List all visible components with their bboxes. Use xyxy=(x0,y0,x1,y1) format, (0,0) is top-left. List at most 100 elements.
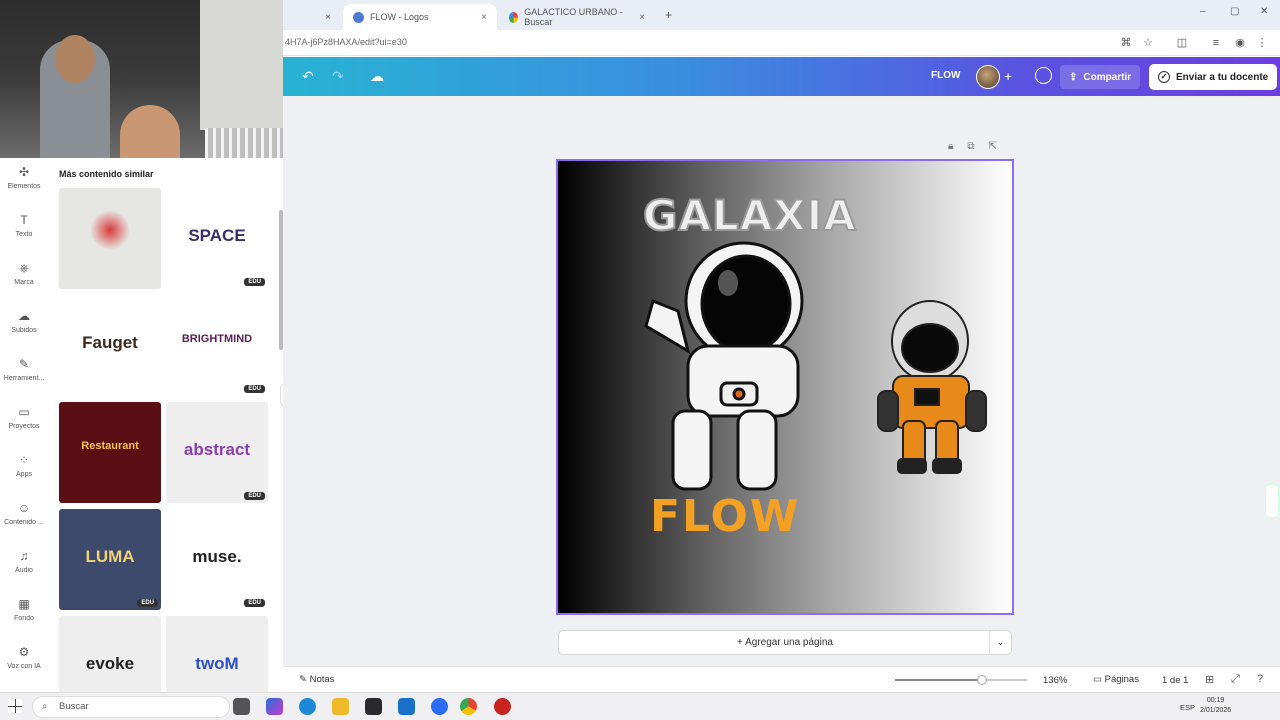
add-collaborator-icon[interactable]: + xyxy=(1004,68,1012,84)
zoom-slider-handle[interactable] xyxy=(977,675,988,685)
template-thumbnail[interactable]: Restaurant xyxy=(59,402,161,503)
brand-icon: ⎈ xyxy=(19,261,29,275)
thumbnail-text: abstract xyxy=(183,440,251,459)
template-thumbnail[interactable]: LUMA EDU xyxy=(59,509,161,610)
zoom-app-icon[interactable] xyxy=(431,698,448,715)
edu-badge: EDU xyxy=(137,599,158,607)
language-indicator[interactable]: ESP xyxy=(1180,703,1195,712)
sidenav-item-10[interactable]: ⚙ Voz con IA xyxy=(0,645,48,670)
sidenav-item-3[interactable]: ☁ Subidos xyxy=(0,309,48,334)
help-icon[interactable]: ? xyxy=(1257,673,1263,685)
template-thumbnail[interactable]: muse. EDU xyxy=(166,509,268,610)
sidenav-item-0[interactable]: ✣ Elementos xyxy=(0,165,48,190)
zoom-value[interactable]: 136% xyxy=(1043,675,1067,686)
taskbar-search[interactable]: ⌕ Buscar xyxy=(32,696,230,718)
tab-close-icon[interactable]: × xyxy=(325,12,331,23)
translate-icon[interactable]: ⌘ xyxy=(1119,36,1133,50)
sidenav-item-2[interactable]: ⎈ Marca xyxy=(0,261,48,286)
share-icon: ⇪ xyxy=(1069,71,1078,83)
sidenav-item-4[interactable]: ✎ Herramient... xyxy=(0,357,48,382)
chrome-icon[interactable] xyxy=(460,698,477,715)
lock-icon[interactable]: 🔒︎ xyxy=(948,141,953,152)
sidenav-label: Audio xyxy=(15,567,33,574)
headline-text[interactable]: GALAXIA xyxy=(642,190,857,241)
tab-close-icon[interactable]: × xyxy=(481,12,487,23)
zoom-slider[interactable] xyxy=(895,675,1027,685)
bookmark-star-icon[interactable]: ☆ xyxy=(1141,36,1155,50)
edu-badge: EDU xyxy=(244,599,265,607)
notes-button[interactable]: ✎ Notas xyxy=(299,674,334,685)
template-thumbnail[interactable] xyxy=(59,188,161,289)
send-to-teacher-button[interactable]: ✓ Enviar a tu docente xyxy=(1149,64,1278,90)
tab-close-icon[interactable]: × xyxy=(639,12,645,23)
duplicate-icon[interactable]: ⧉ xyxy=(967,141,974,152)
task-view-icon[interactable] xyxy=(233,698,250,715)
extensions-icon[interactable]: ◫ xyxy=(1175,36,1189,50)
brand-text[interactable]: FLOW xyxy=(650,491,800,542)
mail-icon[interactable] xyxy=(398,698,415,715)
add-page-label: + Agregar una página xyxy=(737,637,833,648)
file-explorer-icon[interactable] xyxy=(332,698,349,715)
browser-tab-0[interactable]: × xyxy=(283,4,341,30)
share-button[interactable]: ⇪ Compartir xyxy=(1060,65,1141,89)
recorder-icon[interactable] xyxy=(494,698,511,715)
floating-widget[interactable] xyxy=(1265,484,1279,518)
grid-view-icon[interactable]: ⊞ xyxy=(1205,673,1214,686)
browser-tab-search[interactable]: GALACTICO URBANO - Buscar × xyxy=(499,4,655,30)
webcam-person-head xyxy=(55,35,95,83)
edu-badge: EDU xyxy=(244,278,265,286)
maximize-icon[interactable]: ▢ xyxy=(1230,6,1239,17)
address-bar[interactable]: 4H7A-j6Pz8HAXA/edit?ui=e30 ⌘ ☆ ◫ ≡ ◉ ⋮ xyxy=(283,30,1280,56)
webcam-overlay xyxy=(0,0,283,158)
close-window-icon[interactable]: ✕ xyxy=(1260,6,1268,17)
content-icon: ☺ xyxy=(17,501,31,515)
design-title[interactable]: FLOW xyxy=(931,70,960,81)
share-label: Compartir xyxy=(1083,71,1132,83)
sidenav-item-5[interactable]: ▭ Proyectos xyxy=(0,405,48,430)
sidenav-item-8[interactable]: ♫ Audio xyxy=(0,549,48,574)
browser-tabbar: × FLOW - Logos × GALACTICO URBANO - Busc… xyxy=(283,0,1280,30)
zoom-slider-fill xyxy=(895,679,983,681)
comment-icon[interactable] xyxy=(1035,67,1052,84)
sidenav-label: Voz con IA xyxy=(7,663,41,670)
windows-start-icon[interactable] xyxy=(8,699,22,713)
add-page-button[interactable]: + Agregar una página ⌄ xyxy=(558,630,1012,655)
sidenav-label: Apps xyxy=(16,471,32,478)
profile-icon[interactable]: ◉ xyxy=(1233,36,1247,50)
undo-icon[interactable]: ↶ xyxy=(302,68,314,85)
upload-icon: ☁ xyxy=(18,309,30,323)
sidenav-label: Fondo xyxy=(14,615,34,622)
copilot-icon[interactable] xyxy=(266,698,283,715)
audio-icon: ♫ xyxy=(19,549,29,563)
fullscreen-icon[interactable]: ⤢ xyxy=(1231,673,1240,686)
add-page-icon[interactable]: ⇱ xyxy=(988,141,996,152)
store-icon[interactable] xyxy=(365,698,382,715)
edu-badge: EDU xyxy=(244,492,265,500)
sidenav-item-1[interactable]: T Texto xyxy=(0,213,48,238)
edge-icon[interactable] xyxy=(299,698,316,715)
sidenav-item-9[interactable]: ▦ Fondo xyxy=(0,597,48,622)
template-thumbnail[interactable]: abstract EDU xyxy=(166,402,268,503)
new-tab-button[interactable]: + xyxy=(665,8,672,22)
chevron-down-icon[interactable]: ⌄ xyxy=(989,631,1011,654)
template-thumbnail[interactable]: Fauget xyxy=(59,295,161,396)
media-icon[interactable]: ≡ xyxy=(1209,36,1223,50)
avatar[interactable] xyxy=(976,65,1000,89)
cloud-save-icon[interactable]: ☁ xyxy=(370,68,384,85)
url-text[interactable]: 4H7A-j6Pz8HAXA/edit?ui=e30 xyxy=(285,37,407,47)
sidenav-item-6[interactable]: ⁘ Apps xyxy=(0,453,48,478)
menu-dots-icon[interactable]: ⋮ xyxy=(1255,36,1269,50)
system-clock[interactable]: 00:19 2/01/2026 xyxy=(1200,696,1231,716)
minimize-icon[interactable]: – xyxy=(1200,6,1206,17)
template-thumbnail[interactable]: BRIGHTMIND EDU xyxy=(166,295,268,396)
design-canvas[interactable]: GALAXIA FLOW xyxy=(556,159,1014,615)
google-favicon-icon xyxy=(509,11,519,23)
sidenav-label: Subidos xyxy=(11,327,37,334)
template-thumbnail[interactable]: SPACE EDU xyxy=(166,188,268,289)
folder-icon: ▭ xyxy=(18,405,30,419)
redo-icon[interactable]: ↷ xyxy=(332,68,344,85)
pages-button[interactable]: ▭ Páginas xyxy=(1093,674,1139,685)
browser-tab-flow[interactable]: FLOW - Logos × xyxy=(343,4,497,30)
sidenav-label: Texto xyxy=(15,231,33,238)
sidenav-item-7[interactable]: ☺ Contenido ... xyxy=(0,501,48,526)
